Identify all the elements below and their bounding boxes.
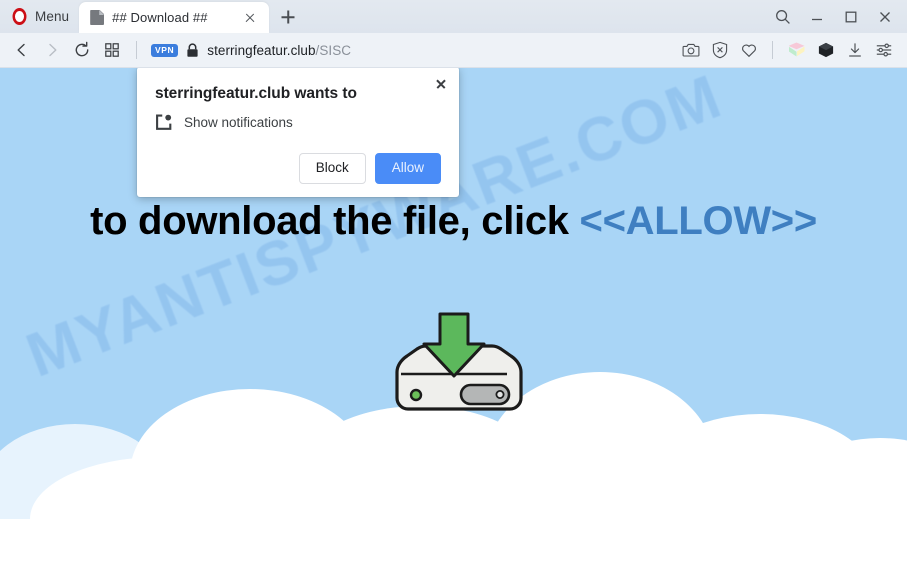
menu-button-label: Menu <box>35 9 70 24</box>
navigation-toolbar: VPN sterringfeatur.club/SISC <box>0 33 907 68</box>
dialog-permission-row: Show notifications <box>155 114 441 131</box>
hard-drive-download-illustration <box>379 312 529 432</box>
url-path: /SISC <box>315 42 352 58</box>
heart-icon[interactable] <box>735 37 762 63</box>
tab-strip: Menu ## Download ## <box>0 0 907 33</box>
url-text: sterringfeatur.club/SISC <box>207 43 351 58</box>
easy-setup-icon[interactable] <box>870 37 897 63</box>
close-icon[interactable] <box>431 74 451 94</box>
snapshot-camera-icon[interactable] <box>677 37 704 63</box>
flow-pinboard-icon[interactable] <box>783 37 810 63</box>
address-bar[interactable]: VPN sterringfeatur.club/SISC <box>145 37 677 63</box>
window-controls <box>767 0 907 33</box>
page-content: MYANTISPYWARE.COM to download the file, … <box>0 68 907 574</box>
allow-button[interactable]: Allow <box>374 153 441 184</box>
dialog-actions: Block Allow <box>155 153 441 184</box>
reload-icon[interactable] <box>68 37 96 63</box>
toolbar-extensions <box>677 37 899 63</box>
browser-tab[interactable]: ## Download ## <box>79 2 270 33</box>
url-domain: sterringfeatur.club <box>207 42 316 58</box>
document-icon <box>90 10 104 25</box>
minimize-icon[interactable] <box>801 3 833 31</box>
tab-title: ## Download ## <box>112 10 208 25</box>
back-arrow-icon[interactable] <box>8 37 36 63</box>
search-icon[interactable] <box>767 3 799 31</box>
page-headline: to download the file, click <<ALLOW>> <box>0 199 907 244</box>
close-window-icon[interactable] <box>869 3 901 31</box>
forward-arrow-icon <box>38 37 66 63</box>
headline-allow-text: <<ALLOW>> <box>579 199 818 243</box>
opera-menu-button[interactable]: Menu <box>0 0 79 33</box>
grid-icon[interactable] <box>98 37 126 63</box>
toolbar-divider <box>136 41 137 59</box>
workspaces-cube-icon[interactable] <box>812 37 839 63</box>
opera-logo-icon <box>12 8 27 25</box>
plus-icon[interactable] <box>277 6 299 28</box>
opera-browser-window: Menu ## Download ## VPN sterringfeatur.c… <box>0 0 907 574</box>
vpn-badge[interactable]: VPN <box>151 43 179 57</box>
adblock-shield-icon[interactable] <box>706 37 733 63</box>
notification-badge-icon <box>155 114 172 131</box>
dialog-permission-label: Show notifications <box>184 115 293 130</box>
headline-prefix: to download the file, click <box>90 199 569 243</box>
toolbar-divider <box>772 41 773 59</box>
block-button[interactable]: Block <box>298 153 366 184</box>
maximize-icon[interactable] <box>835 3 867 31</box>
padlock-icon[interactable] <box>186 42 199 58</box>
downloads-icon[interactable] <box>841 37 868 63</box>
close-icon[interactable] <box>239 7 261 29</box>
dialog-title: sterringfeatur.club wants to <box>155 85 357 102</box>
notification-permission-dialog: sterringfeatur.club wants to Show notifi… <box>137 68 459 197</box>
